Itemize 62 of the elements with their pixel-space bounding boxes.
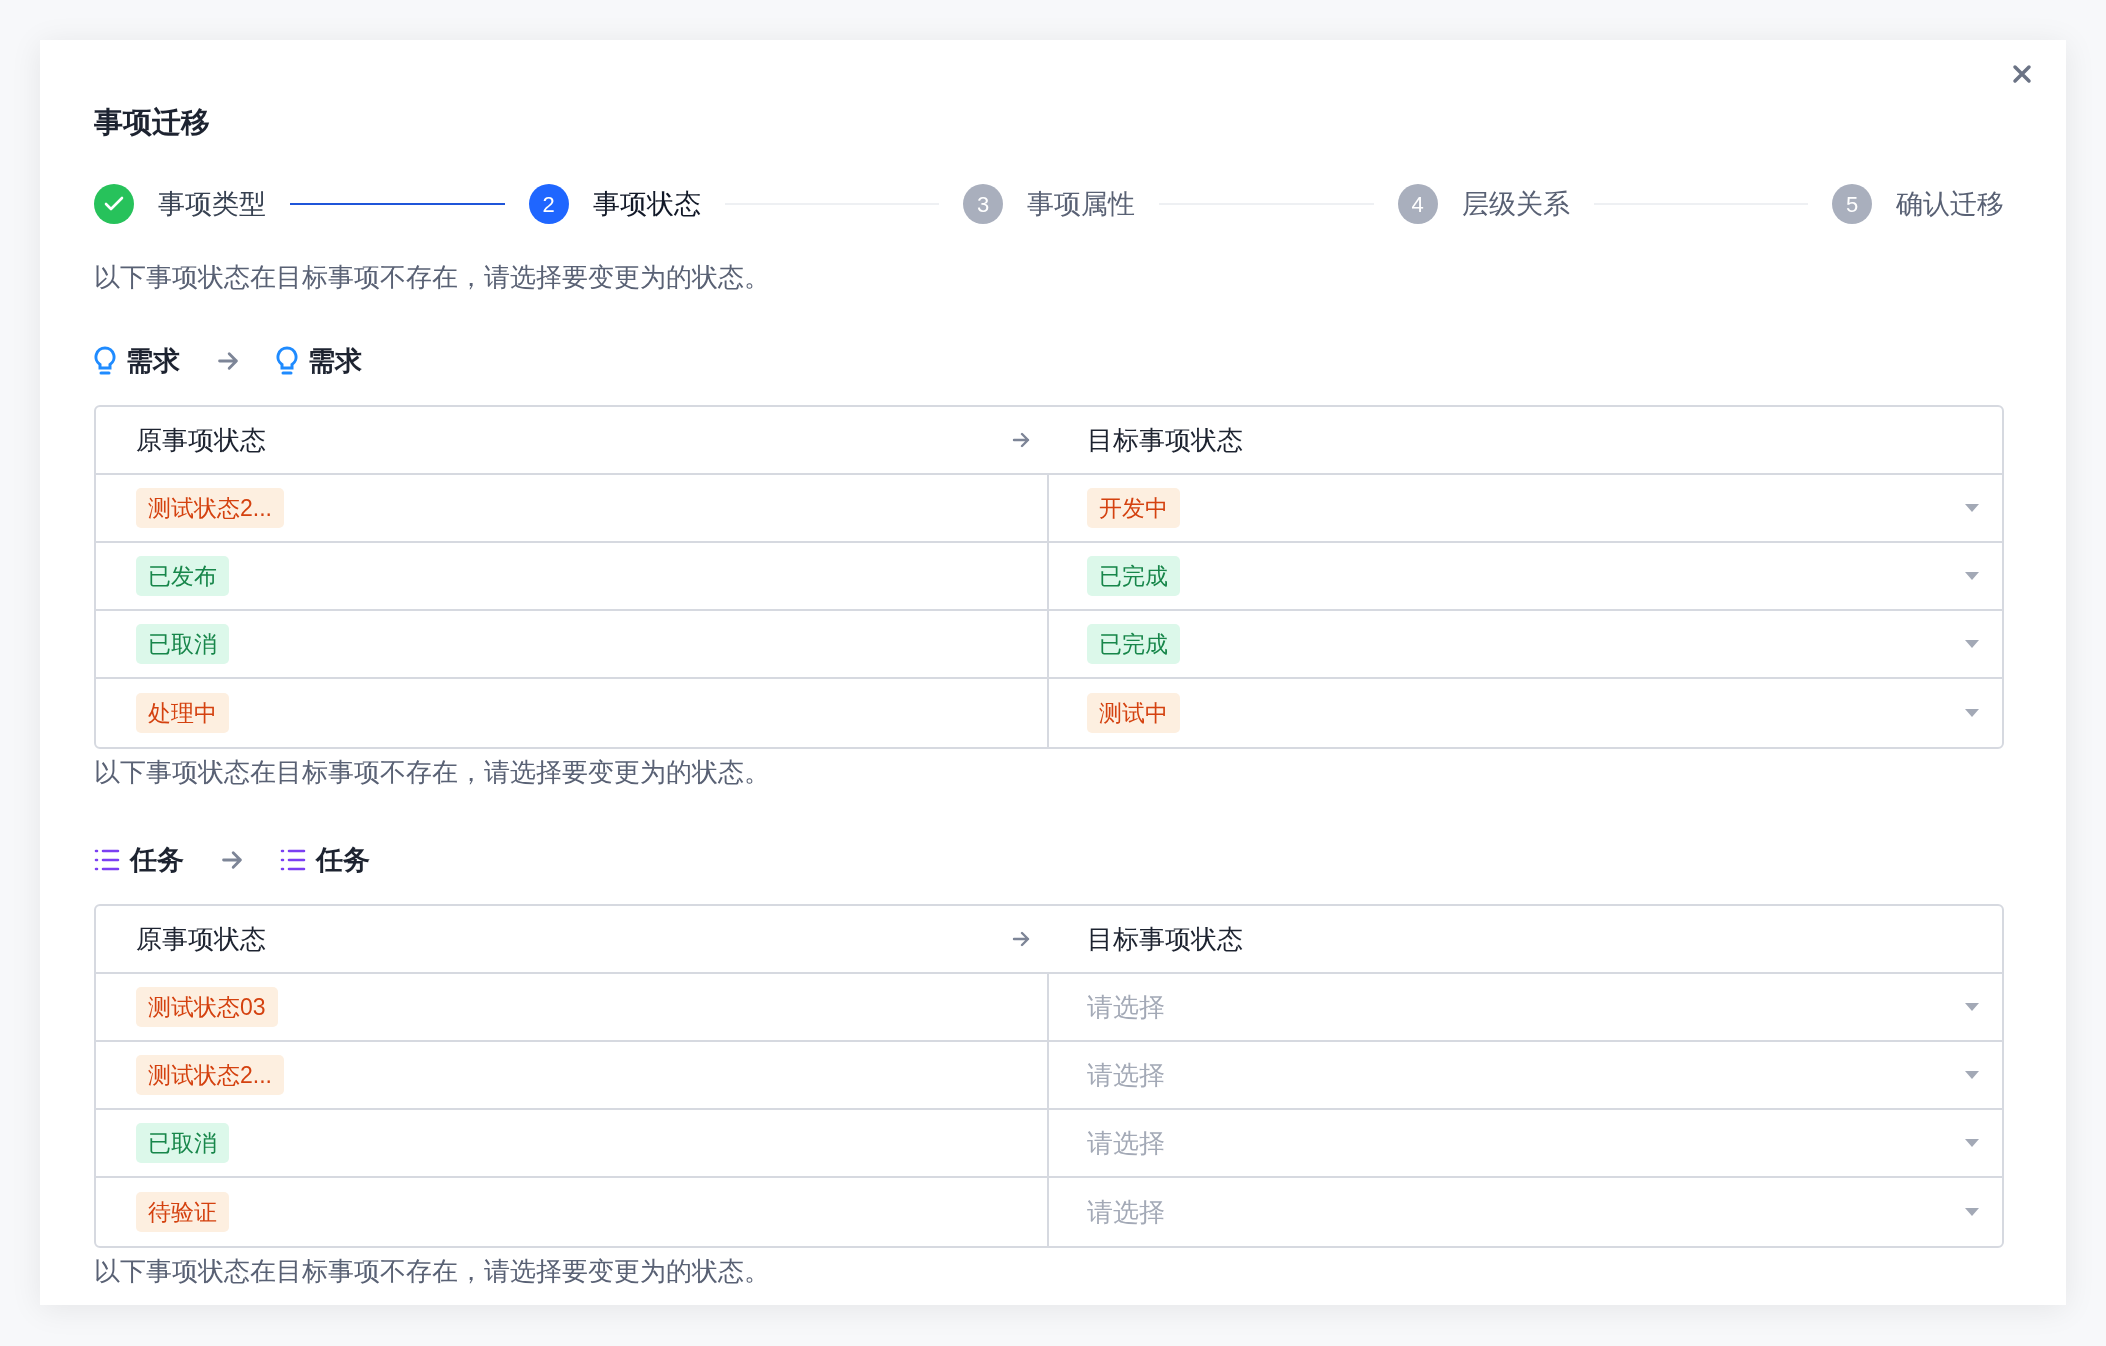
- status-tag: 已完成: [1087, 624, 1180, 664]
- status-tag: 测试中: [1087, 693, 1180, 733]
- step-label: 事项类型: [158, 187, 266, 221]
- caret-icon: [1964, 1070, 1980, 1080]
- select-placeholder: 请选择: [1087, 1058, 1165, 1092]
- step-number: 5: [1832, 184, 1872, 224]
- status-tag: 测试状态2...: [136, 1055, 284, 1095]
- column-header: 目标事项状态: [1087, 923, 1243, 954]
- status-tag: 开发中: [1087, 488, 1180, 528]
- select-placeholder: 请选择: [1087, 990, 1165, 1024]
- type-label: 需求: [126, 344, 180, 378]
- status-tag: 测试状态03: [136, 987, 278, 1027]
- status-select[interactable]: 请选择: [1049, 1110, 2002, 1176]
- list-icon: [280, 848, 306, 872]
- hint-text: 以下事项状态在目标事项不存在，请选择要变更为的状态。: [94, 756, 771, 789]
- status-tag: 已取消: [136, 624, 229, 664]
- status-tag: 待验证: [136, 1192, 229, 1232]
- lightbulb-icon: [276, 346, 298, 376]
- type-label: 任务: [130, 843, 184, 877]
- status-select[interactable]: 请选择: [1049, 1178, 2002, 1246]
- select-placeholder: 请选择: [1087, 1126, 1165, 1160]
- status-tag: 已完成: [1087, 556, 1180, 596]
- intro-text: 以下事项状态在目标事项不存在，请选择要变更为的状态。: [94, 261, 771, 294]
- type-label: 任务: [316, 843, 370, 877]
- step-label: 事项属性: [1027, 187, 1135, 221]
- step-label: 层级关系: [1461, 187, 1570, 221]
- step-number: 2: [528, 184, 569, 224]
- arrow-right-icon: [1011, 430, 1031, 450]
- select-placeholder: 请选择: [1087, 1195, 1165, 1229]
- list-icon: [94, 848, 120, 872]
- arrow-right-icon: [220, 848, 244, 872]
- caret-icon: [1964, 708, 1980, 718]
- column-header: 原事项状态: [136, 922, 266, 956]
- caret-icon: [1964, 639, 1980, 649]
- status-select[interactable]: 开发中: [1049, 475, 2002, 541]
- step-label: 确认迁移: [1896, 187, 2004, 221]
- status-select[interactable]: 已完成: [1049, 611, 2002, 677]
- arrow-right-icon: [1011, 929, 1031, 949]
- status-select[interactable]: 测试中: [1049, 679, 2002, 747]
- status-tag: 测试状态2...: [136, 488, 284, 528]
- status-select[interactable]: 已完成: [1049, 543, 2002, 609]
- status-tag: 处理中: [136, 693, 229, 733]
- step-number: 3: [963, 184, 1003, 224]
- step-label: 事项状态: [592, 187, 701, 221]
- caret-icon: [1964, 1207, 1980, 1217]
- status-select[interactable]: 请选择: [1049, 1042, 2002, 1108]
- close-icon: [2012, 64, 2032, 84]
- caret-icon: [1964, 1002, 1980, 1012]
- status-tag: 已取消: [136, 1123, 229, 1163]
- column-header: 原事项状态: [136, 423, 266, 457]
- caret-icon: [1964, 1138, 1980, 1148]
- type-label: 需求: [308, 344, 362, 378]
- step-number: 4: [1397, 184, 1438, 224]
- dialog-title: 事项迁移: [94, 105, 211, 140]
- status-tag: 已发布: [136, 556, 229, 596]
- arrow-right-icon: [216, 349, 240, 373]
- column-header: 目标事项状态: [1087, 424, 1243, 455]
- caret-icon: [1964, 503, 1980, 513]
- lightbulb-icon: [94, 346, 116, 376]
- caret-icon: [1964, 571, 1980, 581]
- status-select[interactable]: 请选择: [1049, 974, 2002, 1040]
- hint-text: 以下事项状态在目标事项不存在，请选择要变更为的状态。: [94, 1255, 771, 1288]
